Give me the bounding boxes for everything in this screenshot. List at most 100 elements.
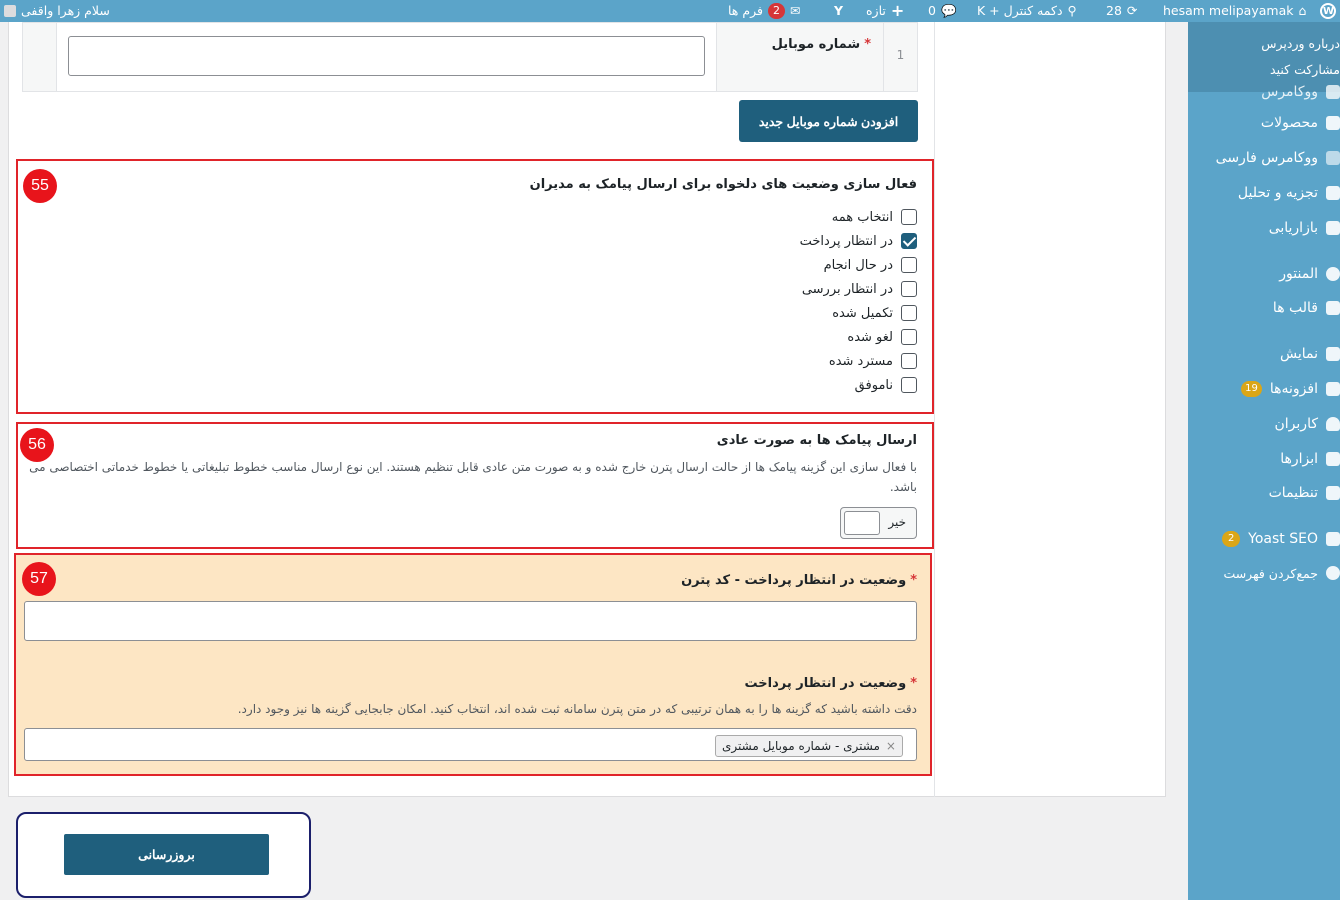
section-55-title: فعال سازی وضعیت های دلخواه برای ارسال پی… [529, 177, 917, 192]
wp-logo-menu[interactable] [1320, 0, 1336, 23]
sidebar-item-marketing[interactable]: بازاریابی [1188, 214, 1340, 242]
wordpress-logo-icon [1320, 1, 1336, 23]
sidebar-collapse-menu[interactable]: جمع‌کردن فهرست [1188, 559, 1340, 587]
sidebar-item-settings[interactable]: تنظیمات [1188, 479, 1340, 507]
mobile-number-input[interactable] [68, 36, 705, 76]
greeting: سلام زهرا واقفی [21, 3, 110, 18]
updates-menu[interactable]: 28 ⟳ [1106, 0, 1137, 22]
admin-sidebar: درباره وردپرس مشارکت کنید ووکامرس محصولا… [1188, 22, 1340, 900]
avatar [4, 5, 16, 17]
users-icon [1326, 417, 1340, 431]
row-handle-cell [23, 23, 57, 91]
sidebar-item-tools[interactable]: ابزارها [1188, 445, 1340, 473]
checkbox-pending-payment[interactable]: در انتظار پرداخت [800, 233, 917, 249]
megaphone-icon [1326, 221, 1340, 235]
sidebar-item-plugins[interactable]: 19 افزونه‌ها [1188, 375, 1340, 403]
flyout-about-wordpress[interactable]: درباره وردپرس [1261, 36, 1340, 51]
folder-icon [1326, 301, 1340, 315]
checkbox-completed[interactable]: تکمیل شده [832, 305, 917, 321]
sidebar-item-analytics[interactable]: تجزیه و تحلیل [1188, 179, 1340, 207]
yoast-badge: 2 [1222, 531, 1241, 547]
account-menu[interactable]: سلام زهرا واقفی [4, 0, 110, 22]
bar-chart-icon [1326, 186, 1340, 200]
comments-count: 0 [928, 3, 936, 18]
sidebar-item-yoast-seo[interactable]: 2 Yoast SEO [1188, 525, 1340, 553]
annotation-55: 55 [23, 169, 57, 203]
sidebar-item-users[interactable]: کاربران [1188, 410, 1340, 438]
search-icon: ⚲ [1067, 3, 1077, 18]
yoast-icon [1326, 532, 1340, 546]
sidebar-item-appearance[interactable]: نمایش [1188, 340, 1340, 368]
pattern-code-input[interactable] [24, 601, 917, 641]
refresh-icon: ⟳ [1126, 3, 1138, 18]
comment-icon: 💬 [940, 3, 957, 18]
forms-icon: ✉ [790, 3, 801, 18]
flyout-contribute[interactable]: مشارکت کنید [1270, 62, 1340, 77]
section-56-description: با فعال سازی این گزینه پیامک ها از حالت … [29, 460, 917, 494]
site-name-menu[interactable]: hesam melipayamak ⌂ [1163, 0, 1306, 22]
token-label: مشتری - شماره موبایل مشتری [722, 739, 880, 753]
plugin-icon [1326, 382, 1340, 396]
yoast-icon: Y [834, 3, 844, 18]
required-marker: * [910, 676, 917, 691]
required-marker: * [864, 37, 871, 52]
paintbrush-icon [1326, 347, 1340, 361]
add-mobile-number-button[interactable]: افزودن شماره موبایل جدید [739, 100, 918, 142]
checkbox-processing[interactable]: در حال انجام [824, 257, 917, 273]
checkbox[interactable] [901, 377, 917, 393]
command-palette[interactable]: K + دکمه کنترل ⚲ [977, 0, 1077, 22]
pending-payment-variables-label: وضعیت در انتظار پرداخت * [744, 676, 918, 691]
mobile-number-label: شماره موبایل * [771, 37, 871, 52]
admin-bar: سلام زهرا واقفی فرم ها 2 ✉ Y تازه + 0 💬 … [0, 0, 1340, 23]
checkbox[interactable] [901, 209, 917, 225]
checkbox-cancelled[interactable]: لغو شده [847, 329, 917, 345]
forms-menu[interactable]: فرم ها 2 ✉ [728, 0, 800, 22]
checkbox-on-hold[interactable]: در انتظار بررسی [802, 281, 917, 297]
checkbox[interactable] [901, 305, 917, 321]
token-remove-icon[interactable]: × [886, 739, 896, 753]
sidebar-item-products[interactable]: محصولات [1188, 109, 1340, 137]
collapse-arrow-icon [1326, 566, 1340, 580]
sidebar-item-elementor[interactable]: المنتور [1188, 260, 1340, 288]
mobile-label-cell: شماره موبایل * [716, 23, 883, 91]
woocommerce-icon [1326, 85, 1340, 99]
plain-sms-toggle[interactable]: خیر [840, 507, 917, 539]
new-content-menu[interactable]: تازه + [866, 0, 904, 22]
section-55-highlight [16, 159, 934, 414]
forms-label: فرم ها [728, 3, 763, 18]
checkbox[interactable] [901, 329, 917, 345]
pending-payment-variables-description: دقت داشته باشید که گزینه ها را به همان ت… [237, 702, 917, 716]
updates-count: 28 [1106, 3, 1122, 18]
required-marker: * [910, 573, 917, 588]
home-icon: ⌂ [1298, 3, 1307, 18]
row-index: 1 [883, 23, 917, 91]
checkbox-refunded[interactable]: مسترد شده [829, 353, 917, 369]
forms-count-badge: 2 [768, 3, 785, 19]
checkbox[interactable] [901, 257, 917, 273]
annotation-57: 57 [22, 562, 56, 596]
plugins-update-badge: 19 [1241, 381, 1262, 397]
site-name: hesam melipayamak [1163, 3, 1294, 18]
sidebar-item-woocommerce[interactable]: ووکامرس [1188, 78, 1340, 106]
checkbox-failed[interactable]: ناموفق [855, 377, 917, 393]
selected-variable-token[interactable]: مشتری - شماره موبایل مشتری × [715, 735, 903, 757]
yoast-menu[interactable]: Y [834, 0, 843, 22]
checkbox-checked[interactable] [901, 233, 917, 249]
products-icon [1326, 116, 1340, 130]
sidebar-item-templates[interactable]: قالب ها [1188, 294, 1340, 322]
update-button[interactable]: بروزرسانی [64, 834, 269, 875]
checkbox[interactable] [901, 353, 917, 369]
new-label: تازه [866, 3, 886, 18]
plus-icon: + [890, 1, 905, 20]
section-56-title: ارسال پیامک ها به صورت عادی [716, 433, 917, 448]
settings-icon [1326, 486, 1340, 500]
command-label: K + دکمه کنترل [977, 3, 1063, 18]
pattern-code-label: وضعیت در انتظار پرداخت - کد پترن * [681, 573, 917, 588]
sidebar-item-woocommerce-farsi[interactable]: ووکامرس فارسی [1188, 144, 1340, 172]
panel-divider [934, 22, 935, 797]
toggle-knob [844, 511, 880, 535]
checkbox-select-all[interactable]: انتخاب همه [832, 209, 917, 225]
comments-menu[interactable]: 0 💬 [928, 0, 957, 22]
checkbox[interactable] [901, 281, 917, 297]
woocommerce-farsi-icon [1326, 151, 1340, 165]
